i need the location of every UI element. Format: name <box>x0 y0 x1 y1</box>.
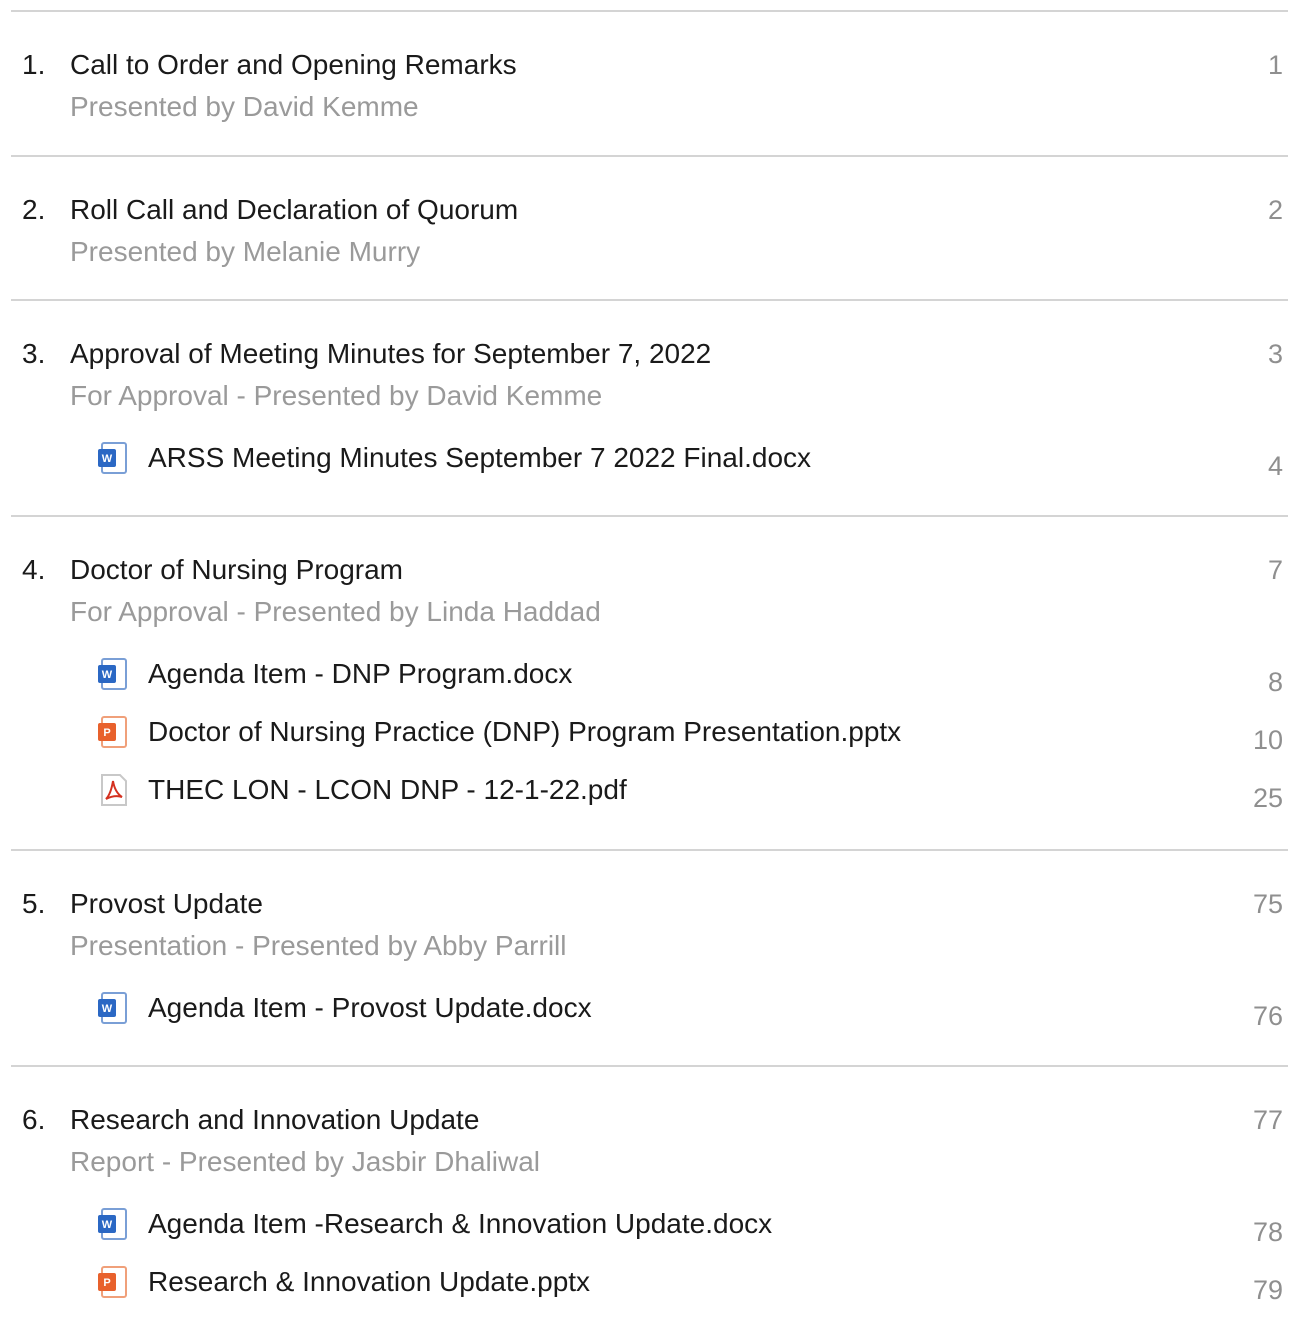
powerpoint-icon: P <box>98 716 127 748</box>
svg-text:W: W <box>102 669 113 681</box>
word-doc-icon: W <box>98 992 127 1024</box>
attachment-page-number[interactable]: 78 <box>1253 1211 1283 1253</box>
agenda-item-header: 3. Approval of Meeting Minutes for Septe… <box>11 333 1288 375</box>
agenda-item-title[interactable]: Approval of Meeting Minutes for Septembe… <box>70 333 711 375</box>
attachment-list: W Agenda Item -Research & Innovation Upd… <box>11 1201 1288 1317</box>
svg-text:W: W <box>102 1219 113 1231</box>
attachment-list: W ARSS Meeting Minutes September 7 2022 … <box>11 435 1288 493</box>
agenda-item-number: 4. <box>22 554 46 585</box>
agenda-item-title[interactable]: Roll Call and Declaration of Quorum <box>70 189 518 231</box>
attachment-name[interactable]: Agenda Item - Provost Update.docx <box>148 985 592 1031</box>
agenda-item: 4. Doctor of Nursing Program 7 For Appro… <box>11 515 1288 849</box>
agenda-item: 2. Roll Call and Declaration of Quorum 2… <box>11 155 1288 299</box>
pdf-icon <box>101 774 127 806</box>
agenda-item-page-number[interactable]: 2 <box>1268 189 1283 231</box>
attachment-name[interactable]: THEC LON - LCON DNP - 12-1-22.pdf <box>148 767 627 813</box>
attachment-item[interactable]: W Agenda Item - Provost Update.docx 76 <box>11 985 1288 1043</box>
svg-text:P: P <box>103 727 110 739</box>
powerpoint-icon: P <box>98 1266 127 1298</box>
word-doc-icon: W <box>98 658 127 690</box>
agenda-item-header: 5. Provost Update 75 <box>11 883 1288 925</box>
agenda-item-header: 1. Call to Order and Opening Remarks 1 <box>11 44 1288 86</box>
attachment-page-number[interactable]: 4 <box>1268 445 1283 487</box>
attachment-item[interactable]: THEC LON - LCON DNP - 12-1-22.pdf 25 <box>11 767 1288 825</box>
agenda-item: 1. Call to Order and Opening Remarks 1 P… <box>11 10 1288 155</box>
attachment-name[interactable]: Agenda Item -Research & Innovation Updat… <box>148 1201 772 1247</box>
attachment-page-number[interactable]: 79 <box>1253 1269 1283 1311</box>
attachment-list: W Agenda Item - DNP Program.docx 8 P Doc… <box>11 651 1288 825</box>
agenda-item-number: 5. <box>22 888 46 919</box>
agenda-item-title[interactable]: Research and Innovation Update <box>70 1099 479 1141</box>
agenda-item-title[interactable]: Provost Update <box>70 883 263 925</box>
attachment-page-number[interactable]: 8 <box>1268 661 1283 703</box>
attachment-list: W Agenda Item - Provost Update.docx 76 <box>11 985 1288 1043</box>
agenda-item-title[interactable]: Call to Order and Opening Remarks <box>70 44 517 86</box>
agenda-item-page-number[interactable]: 77 <box>1253 1099 1283 1141</box>
agenda-item-presenter: Presented by Melanie Murry <box>70 236 421 267</box>
agenda-item-number: 3. <box>22 338 46 369</box>
attachment-name[interactable]: Doctor of Nursing Practice (DNP) Program… <box>148 709 901 755</box>
agenda-item-header: 6. Research and Innovation Update 77 <box>11 1099 1288 1141</box>
agenda-item-presenter: For Approval - Presented by David Kemme <box>70 380 603 411</box>
agenda-item-presenter: Presentation - Presented by Abby Parrill <box>70 930 567 961</box>
agenda-item: 6. Research and Innovation Update 77 Rep… <box>11 1065 1288 1330</box>
agenda-list: 1. Call to Order and Opening Remarks 1 P… <box>11 10 1288 1330</box>
agenda-item-page-number[interactable]: 7 <box>1268 549 1283 591</box>
attachment-page-number[interactable]: 25 <box>1253 777 1283 819</box>
svg-text:P: P <box>103 1277 110 1289</box>
agenda-item-title[interactable]: Doctor of Nursing Program <box>70 549 403 591</box>
agenda-item-presenter: Report - Presented by Jasbir Dhaliwal <box>70 1146 540 1177</box>
word-doc-icon: W <box>98 442 127 474</box>
agenda-item-page-number[interactable]: 3 <box>1268 333 1283 375</box>
word-doc-icon: W <box>98 1208 127 1240</box>
agenda-item-presenter: Presented by David Kemme <box>70 91 419 122</box>
attachment-page-number[interactable]: 76 <box>1253 995 1283 1037</box>
attachment-item[interactable]: W ARSS Meeting Minutes September 7 2022 … <box>11 435 1288 493</box>
agenda-item-header: 2. Roll Call and Declaration of Quorum 2 <box>11 189 1288 231</box>
attachment-name[interactable]: Research & Innovation Update.pptx <box>148 1259 590 1305</box>
attachment-item[interactable]: W Agenda Item - DNP Program.docx 8 <box>11 651 1288 709</box>
attachment-item[interactable]: P Doctor of Nursing Practice (DNP) Progr… <box>11 709 1288 767</box>
agenda-item: 5. Provost Update 75 Presentation - Pres… <box>11 849 1288 1065</box>
agenda-item-number: 1. <box>22 49 46 80</box>
svg-text:W: W <box>102 453 113 465</box>
agenda-item-number: 2. <box>22 194 46 225</box>
agenda-item-page-number[interactable]: 1 <box>1268 44 1283 86</box>
agenda-item-page-number[interactable]: 75 <box>1253 883 1283 925</box>
agenda-item: 3. Approval of Meeting Minutes for Septe… <box>11 299 1288 515</box>
agenda-item-number: 6. <box>22 1104 46 1135</box>
attachment-name[interactable]: ARSS Meeting Minutes September 7 2022 Fi… <box>148 435 811 481</box>
agenda-item-header: 4. Doctor of Nursing Program 7 <box>11 549 1288 591</box>
agenda-item-presenter: For Approval - Presented by Linda Haddad <box>70 596 601 627</box>
attachment-page-number[interactable]: 10 <box>1253 719 1283 761</box>
svg-text:W: W <box>102 1003 113 1015</box>
attachment-name[interactable]: Agenda Item - DNP Program.docx <box>148 651 572 697</box>
attachment-item[interactable]: P Research & Innovation Update.pptx 79 <box>11 1259 1288 1317</box>
attachment-item[interactable]: W Agenda Item -Research & Innovation Upd… <box>11 1201 1288 1259</box>
